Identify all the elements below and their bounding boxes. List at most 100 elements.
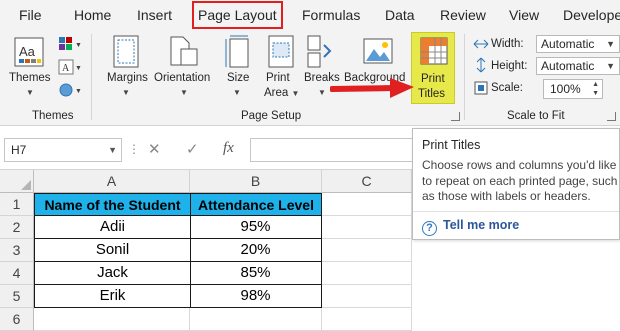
orientation-label: Orientation bbox=[154, 72, 211, 84]
spinner-arrows-icon[interactable]: ▲ ▼ bbox=[592, 80, 599, 98]
fonts-icon[interactable]: A ▼ bbox=[58, 59, 82, 77]
print-titles-label-line2: Titles bbox=[418, 88, 446, 100]
cell-b6[interactable] bbox=[190, 308, 322, 331]
effects-icon[interactable]: ▼ bbox=[58, 82, 82, 100]
svg-text:Aa: Aa bbox=[19, 44, 36, 59]
svg-text:▼: ▼ bbox=[75, 42, 82, 49]
cell-a6[interactable] bbox=[34, 308, 190, 331]
cell-b3[interactable]: 20% bbox=[190, 239, 322, 262]
row-header-1[interactable]: 1 bbox=[0, 193, 34, 216]
chevron-down-icon: ▼ bbox=[318, 88, 326, 97]
tooltip-title: Print Titles bbox=[422, 138, 481, 152]
name-box-value: H7 bbox=[11, 143, 27, 157]
print-titles-icon bbox=[420, 37, 448, 65]
column-header-b[interactable]: B bbox=[190, 170, 322, 193]
margins-label: Margins bbox=[107, 72, 148, 84]
scale-value: 100% bbox=[550, 82, 581, 96]
scale-to-fit-launcher-icon[interactable] bbox=[607, 112, 616, 121]
svg-text:A: A bbox=[62, 63, 70, 74]
svg-text:▼: ▼ bbox=[75, 88, 82, 95]
background-icon bbox=[363, 38, 393, 64]
orientation-icon bbox=[170, 36, 198, 66]
row-header-5[interactable]: 5 bbox=[0, 285, 34, 308]
tooltip-body: Choose rows and columns you'd like to re… bbox=[422, 158, 618, 203]
height-icon bbox=[476, 57, 486, 73]
scale-icon bbox=[474, 81, 488, 95]
cell-a1[interactable]: Name of the Student bbox=[34, 193, 191, 216]
width-value: Automatic bbox=[541, 37, 595, 51]
cell-c4[interactable] bbox=[322, 262, 412, 285]
size-icon bbox=[225, 35, 249, 68]
themes-icon: Aa bbox=[14, 37, 44, 67]
select-all-icon bbox=[21, 180, 31, 190]
tab-formulas[interactable]: Formulas bbox=[302, 0, 360, 30]
tab-developer[interactable]: Developer bbox=[563, 0, 620, 30]
tab-view[interactable]: View bbox=[509, 0, 539, 30]
width-icon bbox=[473, 39, 489, 49]
cell-c1[interactable] bbox=[322, 193, 412, 216]
height-value: Automatic bbox=[541, 59, 595, 73]
width-dropdown[interactable]: Automatic ▼ bbox=[536, 35, 620, 53]
chevron-down-icon: ▼ bbox=[180, 88, 188, 97]
chevron-down-icon: ▼ bbox=[233, 88, 241, 97]
margins-icon bbox=[113, 35, 139, 68]
more-icon[interactable]: ⋮ bbox=[128, 142, 140, 156]
insert-function-icon[interactable]: fx bbox=[223, 140, 234, 157]
scale-label: Scale: bbox=[491, 82, 523, 94]
themes-group-label: Themes bbox=[32, 110, 74, 122]
page-setup-launcher-icon[interactable] bbox=[451, 112, 460, 121]
cancel-icon[interactable]: ✕ bbox=[148, 140, 161, 158]
tab-insert[interactable]: Insert bbox=[137, 0, 172, 30]
tooltip-divider bbox=[413, 211, 619, 212]
print-area-label-line1: Print bbox=[266, 72, 290, 84]
tab-page-layout[interactable]: Page Layout bbox=[192, 1, 283, 29]
cell-b5[interactable]: 98% bbox=[190, 285, 322, 308]
tell-me-more-label: Tell me more bbox=[443, 218, 520, 232]
row-header-4[interactable]: 4 bbox=[0, 262, 34, 285]
select-all-corner[interactable] bbox=[0, 170, 34, 193]
tab-home[interactable]: Home bbox=[74, 0, 111, 30]
enter-icon[interactable]: ✓ bbox=[186, 140, 199, 158]
cell-c6[interactable] bbox=[322, 308, 412, 331]
page-setup-group-label: Page Setup bbox=[241, 110, 302, 122]
colors-icon[interactable]: ▼ bbox=[58, 36, 82, 54]
breaks-icon bbox=[307, 35, 332, 68]
chevron-down-icon: ▼ bbox=[122, 88, 130, 97]
cell-c3[interactable] bbox=[322, 239, 412, 262]
ribbon: Aa Themes ▼ ▼ A ▼ ▼ Themes Margins ▼ Ori… bbox=[0, 30, 620, 126]
column-header-a[interactable]: A bbox=[34, 170, 190, 193]
cell-a4[interactable]: Jack bbox=[34, 262, 191, 285]
cell-b2[interactable]: 95% bbox=[190, 216, 322, 239]
tab-file[interactable]: File bbox=[19, 0, 42, 30]
cell-a5[interactable]: Erik bbox=[34, 285, 191, 308]
print-titles-button[interactable]: Print Titles bbox=[411, 32, 455, 104]
row-header-2[interactable]: 2 bbox=[0, 216, 34, 239]
row-header-6[interactable]: 6 bbox=[0, 308, 34, 331]
cell-a2[interactable]: Adii bbox=[34, 216, 191, 239]
tab-review[interactable]: Review bbox=[440, 0, 486, 30]
column-header-c[interactable]: C bbox=[322, 170, 412, 193]
group-divider bbox=[464, 34, 465, 120]
scale-spinner[interactable]: 100% ▲ ▼ bbox=[543, 79, 603, 99]
tab-data[interactable]: Data bbox=[385, 0, 415, 30]
scale-to-fit-group-label: Scale to Fit bbox=[507, 110, 565, 122]
chevron-down-icon: ▼ bbox=[108, 145, 117, 155]
print-titles-label-line1: Print bbox=[421, 73, 445, 85]
chevron-down-icon: ▼ bbox=[26, 88, 34, 97]
name-box[interactable]: H7 ▼ bbox=[4, 138, 122, 162]
print-area-label-line2: Area bbox=[264, 87, 289, 99]
formula-input[interactable] bbox=[250, 138, 420, 162]
height-dropdown[interactable]: Automatic ▼ bbox=[536, 57, 620, 75]
cell-b4[interactable]: 85% bbox=[190, 262, 322, 285]
tell-me-more-link[interactable]: ? Tell me more bbox=[422, 218, 519, 236]
themes-label: Themes bbox=[9, 72, 51, 84]
height-label: Height: bbox=[491, 60, 528, 72]
cell-c5[interactable] bbox=[322, 285, 412, 308]
group-divider bbox=[91, 34, 92, 120]
cell-c2[interactable] bbox=[322, 216, 412, 239]
cell-a3[interactable]: Sonil bbox=[34, 239, 191, 262]
chevron-down-icon: ▼ bbox=[606, 61, 615, 71]
ribbon-tabs: File Home Insert Page Layout Formulas Da… bbox=[0, 0, 620, 30]
cell-b1[interactable]: Attendance Level bbox=[190, 193, 322, 216]
row-header-3[interactable]: 3 bbox=[0, 239, 34, 262]
